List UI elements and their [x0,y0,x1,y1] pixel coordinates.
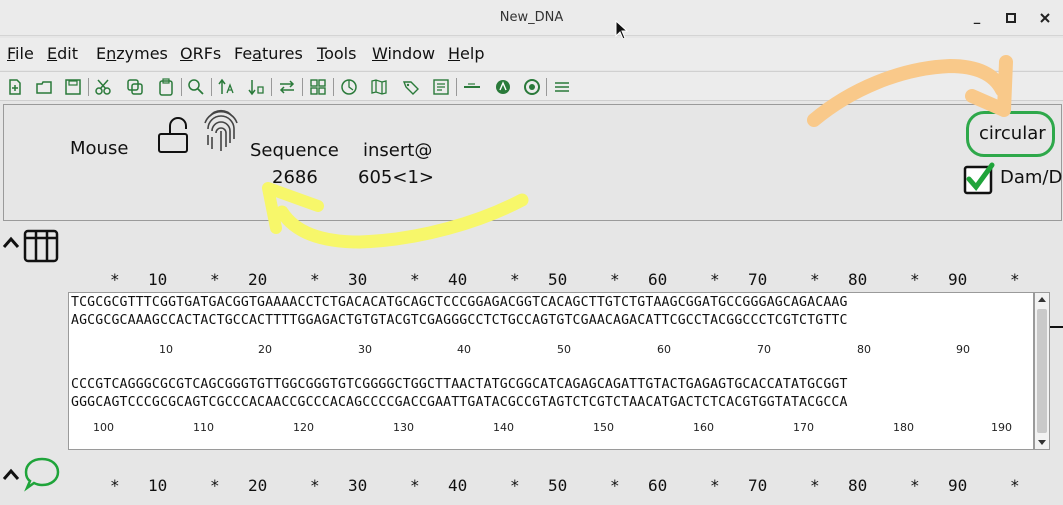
insert-position-value: 605<1> [358,167,434,188]
cut-icon[interactable] [94,78,112,96]
scroll-thumb[interactable] [1037,309,1047,433]
position-number: 160 [693,421,714,434]
toolbar-separator [181,78,182,96]
close-button[interactable] [1034,8,1056,28]
mouse-pointer-icon [615,20,629,40]
primer-icon[interactable] [463,78,481,96]
title-bar: New_DNA _ [0,0,1063,40]
sequence-view[interactable]: TCGCGCGTTTCGGTGATGACGGTGAAAACCTCTGACACAT… [68,292,1034,450]
position-number: 40 [457,343,471,356]
position-number: 70 [757,343,771,356]
position-number: 50 [557,343,571,356]
toolbar-separator [546,78,547,96]
position-number: 110 [193,421,214,434]
unlocked-lock-icon[interactable] [156,117,190,155]
save-icon[interactable] [64,78,82,96]
menu-help[interactable]: Help [448,44,484,63]
paste-icon[interactable] [157,78,175,96]
sequence-label: Sequence [250,140,339,161]
position-number: 60 [657,343,671,356]
toolbar-separator [211,78,212,96]
search-icon[interactable] [187,78,205,96]
fingerprint-icon[interactable] [202,109,240,157]
position-number: 190 [991,421,1012,434]
position-number: 170 [793,421,814,434]
toolbar-separator [88,78,89,96]
info-panel: Mouse Sequence 2686 insert@ 605<1> circu… [3,104,1062,221]
position-number: 20 [258,343,272,356]
plasmid-map-icon[interactable] [340,78,358,96]
menu-features[interactable]: Features [234,44,303,63]
toolbar-separator [456,78,457,96]
grid-view-icon[interactable] [309,78,327,96]
position-number: 180 [893,421,914,434]
swap-strands-icon[interactable] [278,78,296,96]
menu-enzymes[interactable]: Enzymes [96,44,168,63]
dam-checkbox-icon[interactable] [962,162,996,196]
document-list-icon[interactable] [432,78,450,96]
maximize-icon [1006,13,1016,23]
position-number: 80 [857,343,871,356]
position-number: 30 [358,343,372,356]
position-number: 120 [293,421,314,434]
map-book-icon[interactable] [370,78,388,96]
scroll-down-icon[interactable] [1037,437,1047,447]
table-grid-icon[interactable] [23,229,59,263]
close-icon [1040,13,1050,23]
tag-icon[interactable] [402,78,420,96]
new-file-icon[interactable] [6,78,24,96]
insert-label: insert@ [363,140,433,161]
sequence-top-strand[interactable]: TCGCGCGTTTCGGTGATGACGGTGAAAACCTCTGACACAT… [71,295,848,310]
toolbar [0,71,1063,101]
position-number: 130 [393,421,414,434]
position-number: 150 [593,421,614,434]
menu-bar: File Edit Enzymes ORFs Features Tools Wi… [0,38,1063,70]
toolbar-separator [333,78,334,96]
translate-down-icon[interactable] [248,78,266,96]
maximize-button[interactable] [1000,8,1022,28]
position-number: 100 [93,421,114,434]
sequence-bottom-strand[interactable]: GGGCAGTCCCGCGCAGTCGCCCACAACCGCCCACAGCCCC… [71,395,848,410]
circular-toggle-button[interactable]: circular [966,111,1055,157]
sequence-scrollbar[interactable] [1034,292,1050,450]
app-window: New_DNA _ File Edit Enzymes ORFs Feature… [0,0,1063,505]
menu-tools[interactable]: Tools [317,44,356,63]
splitter-mark [1050,326,1063,328]
scroll-up-icon[interactable] [1037,295,1047,305]
collapse-chevron-icon[interactable] [2,236,20,250]
menu-edit[interactable]: Edit [47,44,78,63]
position-number: 10 [159,343,173,356]
menu-lines-icon[interactable] [553,78,571,96]
translate-up-icon[interactable] [218,78,236,96]
toolbar-separator [271,78,272,96]
menu-orfs[interactable]: ORFs [180,44,221,63]
menu-window[interactable]: Window [372,44,435,63]
open-folder-icon[interactable] [35,78,53,96]
position-number: 140 [493,421,514,434]
position-number: 90 [956,343,970,356]
circular-label: circular [979,123,1046,144]
minimize-button[interactable]: _ [966,8,988,28]
sequence-bottom-strand[interactable]: AGCGCGCAAAGCCACTACTGCCACTTTTGGAGACTGTGTA… [71,313,848,328]
mouse-label: Mouse [70,138,129,159]
window-title: New_DNA [499,10,564,25]
menu-file[interactable]: File [7,44,34,63]
sequence-ruler-bottom: * 10 * 20 * 30 * 40 * 50 * 60 * 70 * 80 … [110,476,1020,495]
enzyme-circle-icon[interactable] [494,78,512,96]
gel-circle-icon[interactable] [523,78,541,96]
sequence-length-value: 2686 [272,167,318,188]
dam-label: Dam/D [1000,167,1063,188]
sequence-top-strand[interactable]: CCCGTCAGGGCGCGTCAGCGGGTGTTGGCGGGTGTCGGGG… [71,377,848,392]
toolbar-separator [302,78,303,96]
copy-icon[interactable] [126,78,144,96]
